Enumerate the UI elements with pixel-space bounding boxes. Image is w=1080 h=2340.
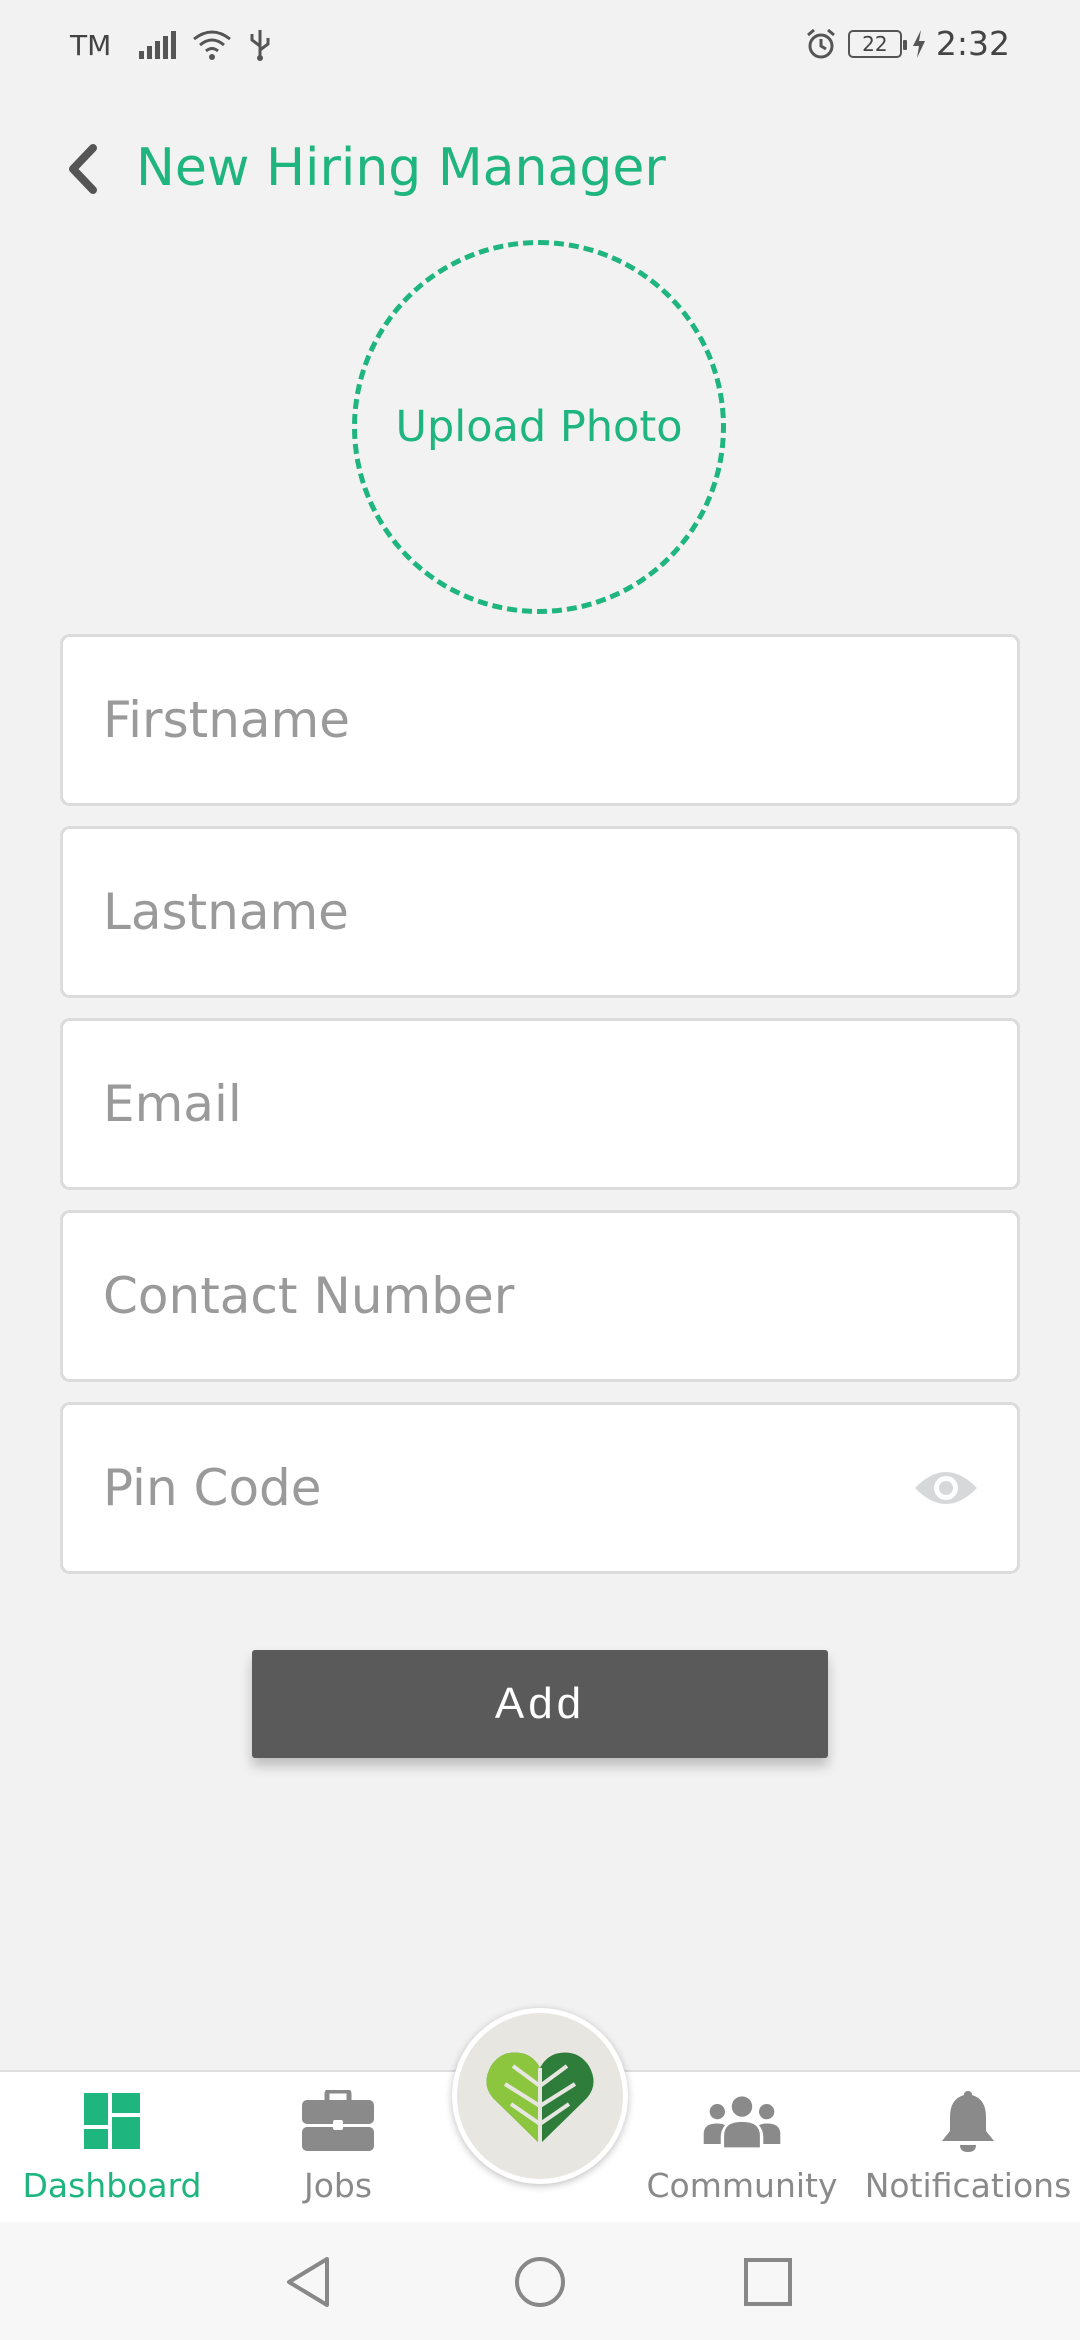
- square-recents-icon: [744, 2258, 792, 2306]
- nav-label-jobs: Jobs: [303, 2166, 373, 2205]
- battery-icon: 22: [847, 29, 907, 58]
- header: New Hiring Manager: [0, 130, 1080, 210]
- nav-label-dashboard: Dashboard: [22, 2166, 202, 2205]
- triangle-back-icon: [287, 2257, 329, 2307]
- heart-leaf-logo-icon: [486, 2052, 594, 2144]
- back-button[interactable]: [52, 134, 112, 204]
- system-home-button[interactable]: [510, 2252, 570, 2312]
- dashboard-icon: [84, 2093, 140, 2149]
- email-field-container: [60, 1018, 1020, 1190]
- briefcase-icon: [302, 2090, 374, 2151]
- nav-item-dashboard[interactable]: Dashboard: [12, 2086, 212, 2216]
- clock: 2:32: [935, 24, 1010, 63]
- charging-icon: [912, 29, 925, 58]
- page-title: New Hiring Manager: [136, 138, 666, 198]
- system-back-button[interactable]: [278, 2252, 338, 2312]
- firstname-input[interactable]: [103, 691, 923, 749]
- lastname-input[interactable]: [103, 883, 923, 941]
- pin-code-input[interactable]: [103, 1459, 923, 1517]
- pin-code-field-container: [60, 1402, 1020, 1574]
- people-icon: [703, 2096, 781, 2148]
- contact-number-input[interactable]: [103, 1267, 923, 1325]
- nav-label-community: Community: [646, 2166, 838, 2205]
- firstname-field-container: [60, 634, 1020, 806]
- nav-label-notifications: Notifications: [864, 2166, 1072, 2205]
- toggle-visibility-button[interactable]: [911, 1463, 981, 1513]
- email-input[interactable]: [103, 1075, 923, 1133]
- circle-home-icon: [515, 2257, 565, 2307]
- usb-icon: [250, 30, 270, 61]
- upload-photo-label: Upload Photo: [395, 402, 683, 452]
- nav-item-jobs[interactable]: Jobs: [238, 2086, 438, 2216]
- signal-icon: [139, 31, 177, 59]
- home-logo-button[interactable]: [452, 2008, 628, 2184]
- system-recents-button[interactable]: [738, 2252, 798, 2312]
- lastname-field-container: [60, 826, 1020, 998]
- contact-number-field-container: [60, 1210, 1020, 1382]
- upload-photo-button[interactable]: Upload Photo: [352, 240, 726, 614]
- alarm-icon: [806, 28, 835, 58]
- eye-icon: [915, 1472, 977, 1504]
- add-button[interactable]: Add: [252, 1650, 828, 1758]
- system-navigation-bar: [0, 2222, 1080, 2340]
- battery-level: 22: [862, 31, 888, 56]
- nav-item-community[interactable]: Community: [642, 2086, 842, 2216]
- status-bar: TM 22 2:32: [0, 0, 1080, 92]
- bell-icon: [942, 2091, 994, 2152]
- carrier-label: TM: [70, 28, 112, 62]
- wifi-icon: [193, 30, 232, 60]
- nav-item-notifications[interactable]: Notifications: [858, 2086, 1078, 2216]
- chevron-left-icon: [69, 144, 97, 194]
